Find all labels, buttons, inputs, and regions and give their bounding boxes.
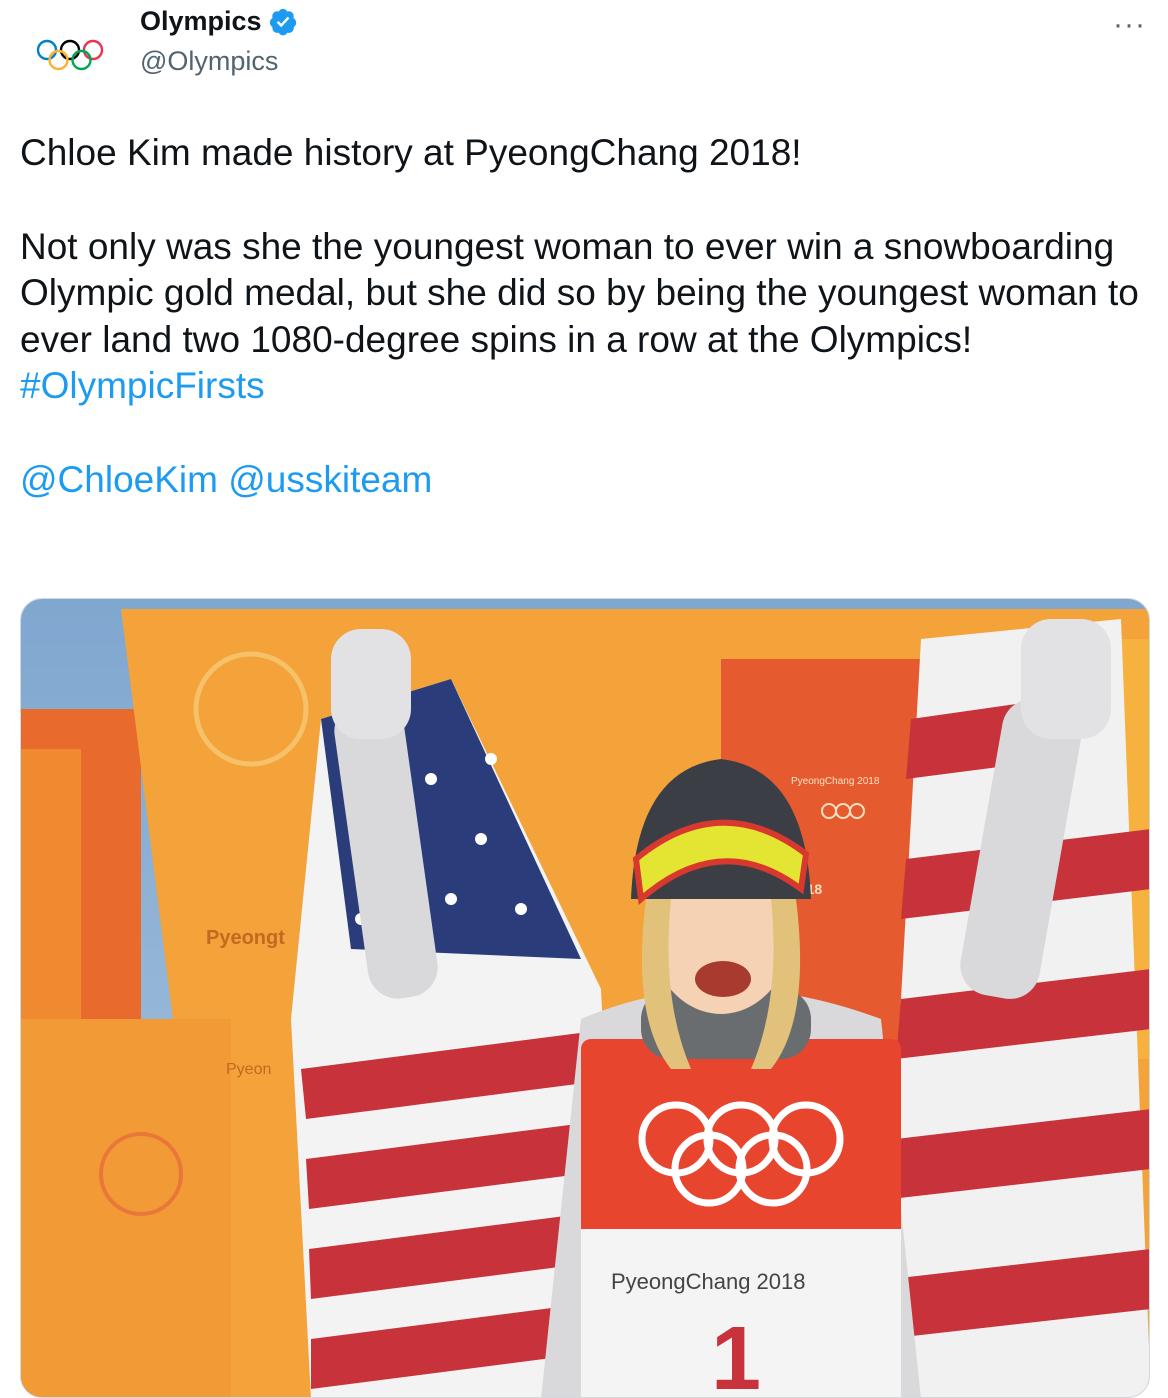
hashtag-link[interactable]: #OlympicFirsts <box>20 365 265 406</box>
tweet-line-2: Not only was she the youngest woman to e… <box>20 224 1150 410</box>
bib-number: 1 <box>711 1309 761 1398</box>
mentions-line: @ChloeKim @usskiteam <box>20 457 1150 504</box>
tweet-line-1: Chloe Kim made history at PyeongChang 20… <box>20 132 802 173</box>
more-horizontal-icon: ··· <box>1113 8 1146 41</box>
banner-text-left: Pyeongt <box>206 927 285 949</box>
avatar[interactable] <box>20 6 120 106</box>
display-name[interactable]: Olympics <box>140 6 262 37</box>
author-name-row[interactable]: Olympics <box>140 6 298 37</box>
tweet-text: Chloe Kim made history at PyeongChang 20… <box>20 130 1150 504</box>
media-photo: Pyeongt Pyeon PyeongChang 2018 2018 <box>21 599 1149 1398</box>
banner-text-left-2: Pyeon <box>226 1061 271 1078</box>
tweet-body: Not only was she the youngest woman to e… <box>20 225 1139 360</box>
more-options-button[interactable]: ··· <box>1113 8 1146 42</box>
mouth <box>695 961 751 997</box>
banner-logo-text: PyeongChang 2018 <box>791 776 880 787</box>
olympic-rings-icon <box>36 39 104 71</box>
handle[interactable]: @Olympics <box>140 46 278 77</box>
mention-link-chloekim[interactable]: @ChloeKim <box>20 459 218 500</box>
bib-text: PyeongChang 2018 <box>611 1269 806 1294</box>
tweet-media[interactable]: Pyeongt Pyeon PyeongChang 2018 2018 <box>20 598 1150 1398</box>
verified-badge-icon <box>269 8 296 35</box>
mention-link-usskiteam[interactable]: @usskiteam <box>228 459 432 500</box>
